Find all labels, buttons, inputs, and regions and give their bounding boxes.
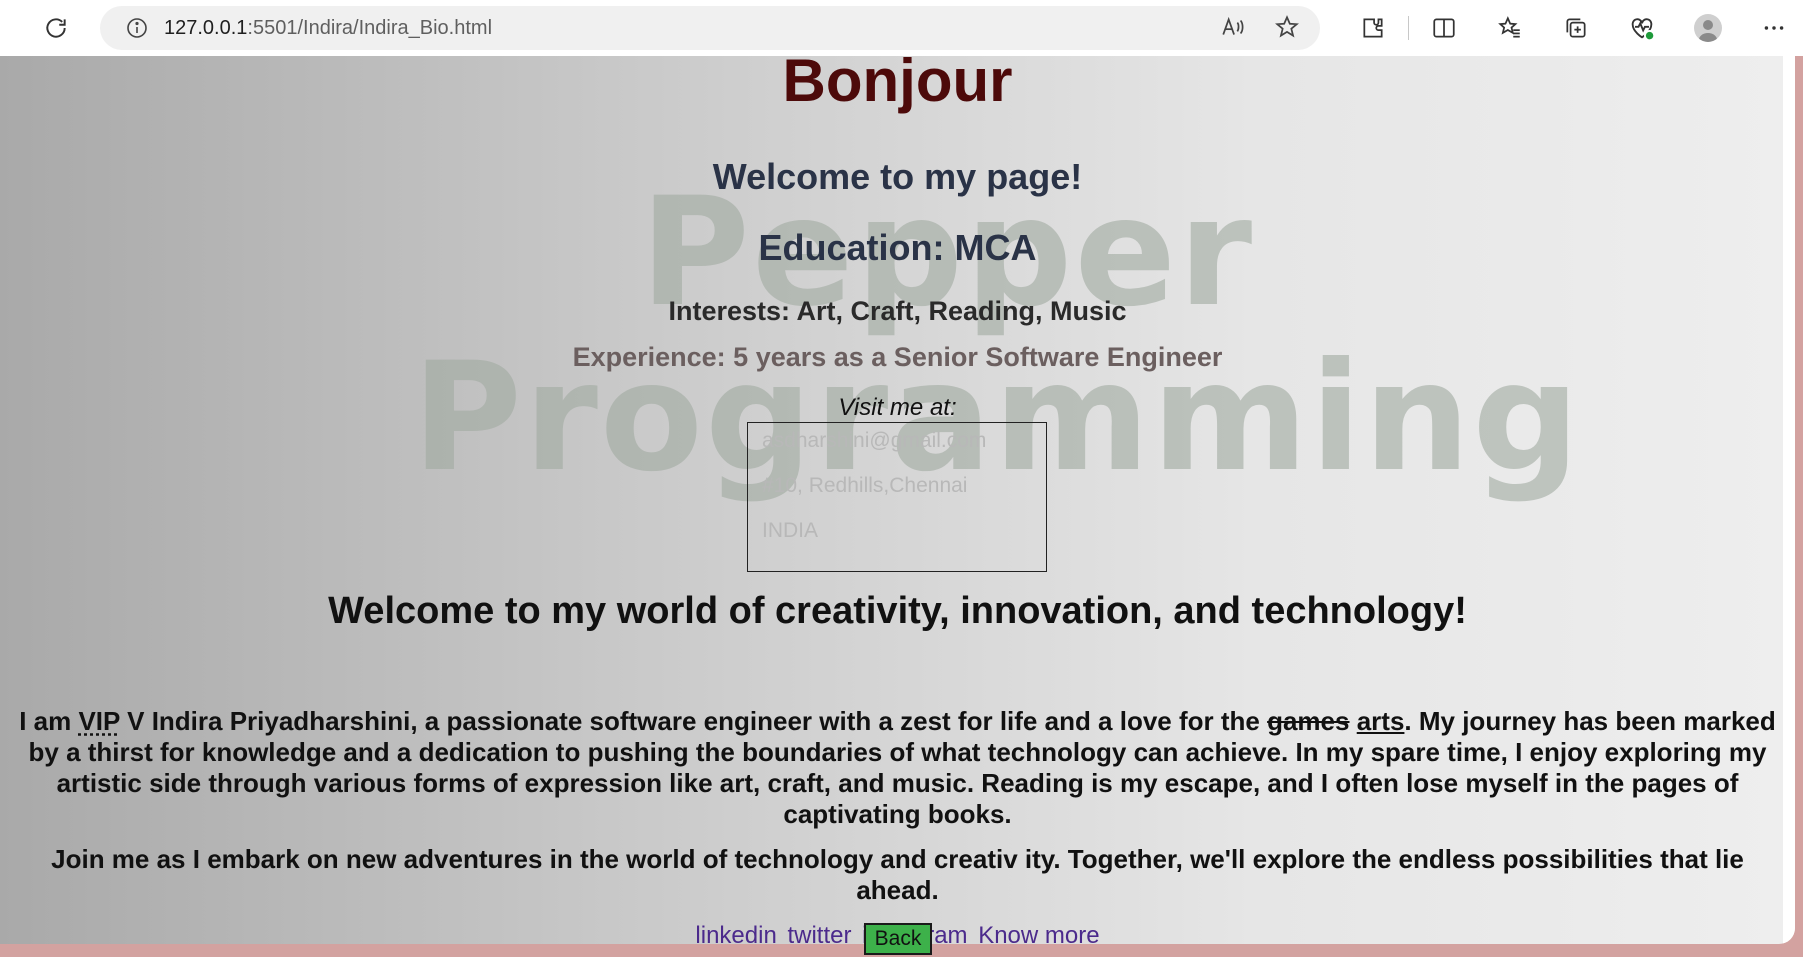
url-path: :5501/Indira/Indira_Bio.html <box>247 17 492 39</box>
site-info-icon[interactable] <box>124 15 150 41</box>
reload-icon[interactable] <box>40 12 72 44</box>
address-country: INDIA <box>762 519 818 543</box>
education-heading: Education: MCA <box>0 227 1795 269</box>
address-email: asdharshini@gmail.com <box>762 429 986 453</box>
profile-icon[interactable] <box>1675 10 1741 46</box>
page-body: Pepper Programming Bonjour Welcome to my… <box>0 56 1795 944</box>
address-box: asdharshini@gmail.com #10, Redhills,Chen… <box>747 422 1047 572</box>
read-aloud-icon[interactable] <box>1220 14 1246 45</box>
url-host: 127.0.0.1 <box>164 17 247 39</box>
split-screen-icon[interactable] <box>1411 10 1477 46</box>
vip-abbreviation: VIP <box>78 706 119 736</box>
world-heading: Welcome to my world of creativity, innov… <box>0 590 1795 633</box>
extensions-icon[interactable] <box>1340 10 1406 46</box>
bio-paragraph: I am VIP V Indira Priyadharshini, a pass… <box>14 706 1781 830</box>
more-icon[interactable] <box>1741 10 1803 46</box>
browser-toolbar: 127.0.0.1:5501/Indira/Indira_Bio.html <box>0 0 1803 56</box>
deleted-text: games <box>1267 706 1349 736</box>
browser-essentials-icon[interactable] <box>1609 10 1675 46</box>
know-more-link[interactable]: Know more <box>978 922 1099 944</box>
twitter-link[interactable]: twitter <box>787 922 851 944</box>
page-title: Bonjour <box>0 56 1795 115</box>
inserted-text: arts <box>1357 706 1405 736</box>
back-button[interactable]: Back <box>864 923 932 955</box>
favorite-star-icon[interactable] <box>1274 14 1300 45</box>
interests-heading: Interests: Art, Craft, Reading, Music <box>0 296 1795 327</box>
page-viewport: Pepper Programming Bonjour Welcome to my… <box>0 56 1803 957</box>
url-text[interactable]: 127.0.0.1:5501/Indira/Indira_Bio.html <box>164 17 492 40</box>
welcome-heading: Welcome to my page! <box>0 156 1795 198</box>
join-paragraph: Join me as I embark on new adventures in… <box>14 844 1781 906</box>
favorites-icon[interactable] <box>1477 10 1543 46</box>
visit-label: Visit me at: <box>0 394 1795 422</box>
address-bar[interactable]: 127.0.0.1:5501/Indira/Indira_Bio.html <box>100 6 1320 50</box>
address-street: #10, Redhills,Chennai <box>762 474 967 498</box>
experience-heading: Experience: 5 years as a Senior Software… <box>0 342 1795 373</box>
linkedin-link[interactable]: linkedin <box>695 922 776 944</box>
bio-text-middle: V Indira Priyadharshini, a passionate so… <box>120 706 1267 736</box>
bio-text-prefix: I am <box>19 706 78 736</box>
toolbar-divider <box>1408 16 1409 40</box>
collections-icon[interactable] <box>1543 10 1609 46</box>
